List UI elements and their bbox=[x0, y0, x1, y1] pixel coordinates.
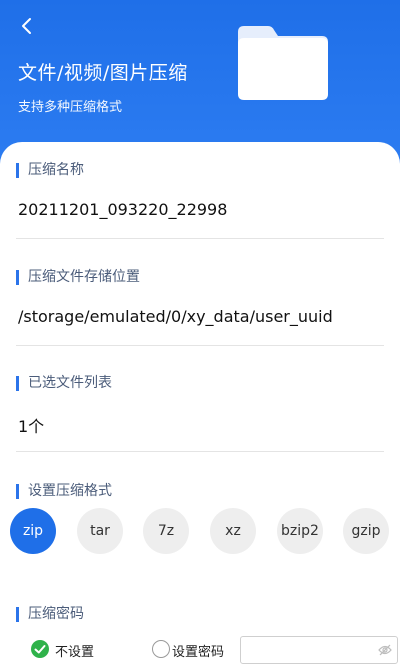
radio-set-password[interactable] bbox=[152, 640, 170, 658]
compress-name-value[interactable]: 20211201_093220_22998 bbox=[18, 200, 227, 219]
divider bbox=[16, 238, 384, 239]
format-options: zip tar 7z xz bzip2 gzip bbox=[10, 508, 394, 554]
check-icon bbox=[34, 645, 46, 654]
divider bbox=[16, 451, 384, 452]
section-label-format: 设置压缩格式 bbox=[16, 484, 112, 499]
radio-label-no-password[interactable]: 不设置 bbox=[55, 641, 94, 660]
format-option-gzip[interactable]: gzip bbox=[343, 508, 389, 554]
format-option-xz[interactable]: xz bbox=[210, 508, 256, 554]
storage-path-value[interactable]: /storage/emulated/0/xy_data/user_uuid bbox=[18, 307, 333, 326]
section-label-files: 已选文件列表 bbox=[16, 376, 112, 391]
password-input[interactable] bbox=[240, 636, 398, 664]
format-option-7z[interactable]: 7z bbox=[143, 508, 189, 554]
section-label-location: 压缩文件存储位置 bbox=[16, 270, 140, 285]
format-option-bzip2[interactable]: bzip2 bbox=[277, 508, 323, 554]
format-option-zip[interactable]: zip bbox=[10, 508, 56, 554]
divider bbox=[16, 345, 384, 346]
section-label-name: 压缩名称 bbox=[16, 163, 84, 178]
page-title: 文件/视频/图片压缩 bbox=[18, 62, 188, 84]
section-label-password: 压缩密码 bbox=[16, 607, 84, 622]
eye-off-icon[interactable] bbox=[378, 644, 392, 656]
back-button[interactable] bbox=[14, 12, 40, 40]
radio-label-set-password[interactable]: 设置密码 bbox=[172, 641, 224, 660]
file-count-value[interactable]: 1个 bbox=[18, 413, 44, 437]
page-subtitle: 支持多种压缩格式 bbox=[18, 100, 123, 115]
radio-no-password[interactable] bbox=[31, 640, 49, 658]
chevron-left-icon bbox=[22, 18, 31, 34]
password-options: 不设置 设置密码 bbox=[0, 636, 400, 664]
folder-icon bbox=[238, 26, 328, 100]
content-card bbox=[0, 142, 400, 666]
format-option-tar[interactable]: tar bbox=[77, 508, 123, 554]
